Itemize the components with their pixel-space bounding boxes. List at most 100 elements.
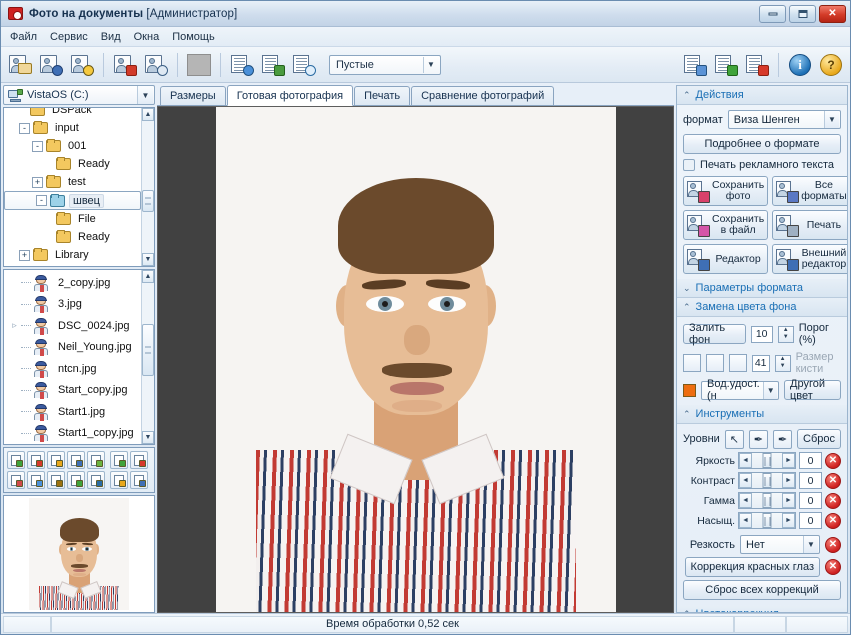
- new-photo-icon[interactable]: [68, 51, 96, 79]
- slider-track[interactable]: ◄►: [738, 472, 796, 489]
- menu-item-service[interactable]: Сервис: [50, 31, 88, 43]
- add-person-icon[interactable]: [7, 451, 25, 469]
- file-list-item[interactable]: 2_copy.jpg: [4, 272, 141, 294]
- menu-item-help[interactable]: Помощь: [172, 31, 215, 43]
- remove-list-icon[interactable]: [743, 51, 771, 79]
- brush-tool-3[interactable]: [729, 354, 747, 372]
- redeye-reset-button[interactable]: ✕: [825, 559, 841, 575]
- slider-value[interactable]: 0: [799, 512, 822, 529]
- save-file-button[interactable]: Сохранитьв файл: [683, 210, 768, 240]
- section-tools-header[interactable]: ⌃ Инструменты: [677, 405, 847, 424]
- blank-icon[interactable]: [185, 51, 213, 79]
- other-color-button[interactable]: Другой цвет: [784, 380, 841, 400]
- tree-item[interactable]: -швец: [4, 191, 141, 210]
- file-list-item[interactable]: 3.jpg: [4, 294, 141, 316]
- slider-reset-button[interactable]: ✕: [825, 513, 841, 529]
- tab-active[interactable]: Готовая фотография: [227, 85, 353, 106]
- tree-scroll-track[interactable]: [142, 121, 154, 253]
- tree-expander[interactable]: -: [32, 141, 43, 152]
- editor-button[interactable]: Редактор: [683, 244, 768, 274]
- slider-left-arrow[interactable]: ◄: [739, 493, 752, 508]
- tree-expander[interactable]: -: [36, 195, 47, 206]
- file-list-item[interactable]: ntcn.jpg: [4, 358, 141, 380]
- slider-track[interactable]: ◄►: [738, 452, 796, 469]
- slider-right-arrow[interactable]: ►: [782, 473, 795, 488]
- scroll-up-icon[interactable]: ▲: [142, 270, 154, 283]
- sharpness-reset-button[interactable]: ✕: [825, 537, 841, 553]
- slider-value[interactable]: 0: [799, 452, 822, 469]
- slider-left-arrow[interactable]: ◄: [739, 513, 752, 528]
- section-colorcorrection-header[interactable]: ⌃ Цветокоррекция: [677, 605, 847, 613]
- promo-text-checkbox-row[interactable]: Печать рекламного текста: [683, 159, 841, 171]
- print-button[interactable]: Печать: [772, 210, 848, 240]
- format-select[interactable]: Виза Шенген ▼: [728, 110, 841, 129]
- slider-reset-button[interactable]: ✕: [825, 473, 841, 489]
- edit-pencil-icon[interactable]: [7, 471, 25, 489]
- help-icon[interactable]: ?: [817, 51, 845, 79]
- slider-right-arrow[interactable]: ►: [782, 493, 795, 508]
- tree-item[interactable]: Ready: [4, 228, 141, 246]
- open-folder-icon[interactable]: [47, 451, 65, 469]
- tree-scrollbar[interactable]: ▲ ▼: [141, 108, 154, 266]
- slider-reset-button[interactable]: ✕: [825, 453, 841, 469]
- format-details-button[interactable]: Подробнее о формате: [683, 134, 841, 154]
- slider-value[interactable]: 0: [799, 492, 822, 509]
- delete-photo-icon[interactable]: [111, 51, 139, 79]
- tree-item[interactable]: -input: [4, 119, 141, 137]
- slider-reset-button[interactable]: ✕: [825, 493, 841, 509]
- file-list-panel[interactable]: 2_copy.jpg3.jpg▹DSC_0024.jpgNeil_Young.j…: [3, 269, 155, 445]
- brush-size-value[interactable]: 41: [752, 355, 770, 372]
- slider-track[interactable]: ◄►: [738, 492, 796, 509]
- threshold-stepper[interactable]: ▲▼: [778, 326, 794, 343]
- menu-item-view[interactable]: Вид: [101, 31, 121, 43]
- redeye-correction-button[interactable]: Коррекция красных глаз: [685, 557, 820, 577]
- add-frame-icon[interactable]: [27, 471, 45, 489]
- photo-canvas[interactable]: [157, 106, 674, 613]
- slider-left-arrow[interactable]: ◄: [739, 473, 752, 488]
- swap-frame-icon[interactable]: [87, 471, 105, 489]
- black-picker-icon[interactable]: ✒: [773, 430, 792, 449]
- file-list-item[interactable]: Start_copy.jpg: [4, 380, 141, 402]
- remove-person-icon[interactable]: [27, 451, 45, 469]
- tree-item[interactable]: File: [4, 210, 141, 228]
- person-list-icon[interactable]: [259, 51, 287, 79]
- tree-item[interactable]: +test: [4, 173, 141, 191]
- sharpness-select[interactable]: Нет ▼: [740, 535, 820, 554]
- settings-list-icon[interactable]: [228, 51, 256, 79]
- background-color-select[interactable]: Вод.удост.(н ▼: [701, 381, 779, 400]
- section-actions-header[interactable]: ⌃ Действия: [677, 86, 847, 105]
- minimize-button[interactable]: [759, 5, 786, 23]
- tree-item[interactable]: +Licenses: [4, 264, 141, 266]
- tree-item[interactable]: DSPack: [4, 108, 141, 119]
- tree-expander[interactable]: +: [32, 177, 43, 188]
- maximize-button[interactable]: [789, 5, 816, 23]
- slider-thumb[interactable]: [763, 473, 772, 488]
- slider-right-arrow[interactable]: ►: [782, 453, 795, 468]
- white-picker-icon[interactable]: ✒: [749, 430, 768, 449]
- menu-item-windows[interactable]: Окна: [134, 31, 160, 43]
- promo-text-checkbox[interactable]: [683, 159, 695, 171]
- delete-frame-icon[interactable]: [67, 471, 85, 489]
- tab-item[interactable]: Размеры: [160, 86, 226, 105]
- select-list-icon[interactable]: [681, 51, 709, 79]
- section-format-params-header[interactable]: ⌄ Параметры формата: [677, 279, 847, 298]
- file-list-item[interactable]: Start1_copy.jpg: [4, 423, 141, 445]
- add-list-icon[interactable]: [712, 51, 740, 79]
- clock-asc-icon[interactable]: [130, 451, 148, 469]
- file-list-item[interactable]: Start1.jpg: [4, 401, 141, 423]
- brush-tool-1[interactable]: [683, 354, 701, 372]
- slider-thumb[interactable]: [763, 513, 772, 528]
- slider-track[interactable]: ◄►: [738, 512, 796, 529]
- file-expander[interactable]: ▹: [8, 320, 21, 331]
- all-formats-button[interactable]: Всеформаты: [772, 176, 848, 206]
- sort-desc-icon[interactable]: [110, 471, 128, 489]
- slider-value[interactable]: 0: [799, 472, 822, 489]
- tree-expander[interactable]: -: [19, 123, 30, 134]
- drive-selector[interactable]: VistaOS (C:) ▼: [3, 85, 155, 105]
- tab-item[interactable]: Печать: [354, 86, 410, 105]
- slider-thumb[interactable]: [763, 453, 772, 468]
- refresh-folder-icon[interactable]: [87, 451, 105, 469]
- clock-desc-icon[interactable]: [130, 471, 148, 489]
- save-folder-icon[interactable]: [67, 451, 85, 469]
- photo-thumbnail[interactable]: [3, 495, 155, 613]
